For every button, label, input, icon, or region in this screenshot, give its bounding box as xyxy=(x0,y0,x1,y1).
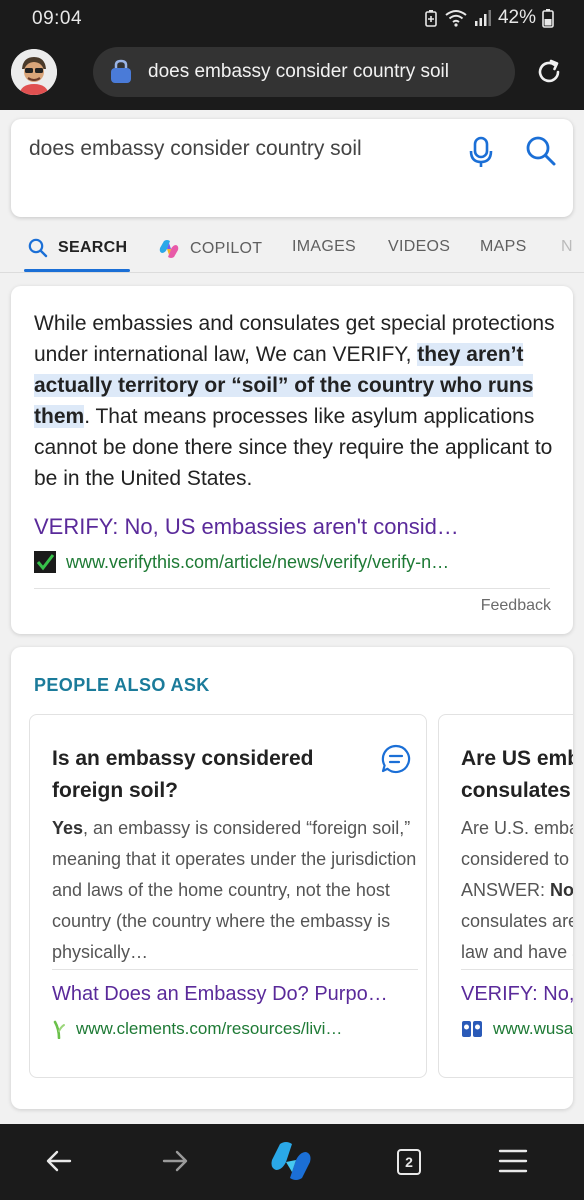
answer-text: While embassies and consulates get speci… xyxy=(34,308,556,494)
search-box xyxy=(11,119,573,217)
source-link[interactable]: What Does an Embassy Do? Purpo… xyxy=(52,983,388,1006)
status-icons: 42% xyxy=(424,7,554,29)
microphone-icon[interactable] xyxy=(466,135,496,169)
copilot-icon[interactable] xyxy=(266,1140,316,1182)
chat-bubble-icon[interactable] xyxy=(381,744,411,774)
search-icon xyxy=(28,238,48,258)
profile-avatar[interactable] xyxy=(11,49,57,95)
site-url[interactable]: www.wusa xyxy=(493,1019,573,1039)
snippet-bold: No, xyxy=(550,880,573,900)
tab-label: SEARCH xyxy=(58,239,128,256)
bing-shield-icon xyxy=(111,59,131,83)
status-bar: 09:04 42% xyxy=(0,0,584,40)
tab-images[interactable]: IMAGES xyxy=(292,238,356,256)
battery-icon xyxy=(542,9,554,28)
question-title: Are US emba consulates c xyxy=(461,747,573,802)
forward-arrow-icon[interactable] xyxy=(160,1146,190,1176)
browser-toolbar: does embassy consider country soil xyxy=(0,40,584,110)
paa-item[interactable]: Are US emba consulates c Are U.S. emba c… xyxy=(438,714,573,1078)
tab-maps[interactable]: MAPS xyxy=(480,238,527,256)
status-time: 09:04 xyxy=(32,8,83,29)
answer-source-link[interactable]: VERIFY: No, US embassies aren't consid… xyxy=(34,514,459,540)
search-tabs: SEARCH COPILOT IMAGES VIDEOS MAPS N xyxy=(0,225,584,273)
snippet-line: Are U.S. emba xyxy=(461,818,573,838)
snippet-line: ANSWER: No, xyxy=(461,875,573,906)
section-title: PEOPLE ALSO ASK xyxy=(34,675,210,695)
tab-videos[interactable]: VIDEOS xyxy=(388,238,450,256)
answer-snippet: Yes, an embassy is considered “foreign s… xyxy=(52,813,422,968)
answer-snippet: Are U.S. emba considered to ANSWER: No, … xyxy=(461,813,573,968)
paa-item[interactable]: Is an embassy considered foreign soil? Y… xyxy=(29,714,427,1078)
wusa-logo-icon xyxy=(462,1021,482,1037)
address-bar[interactable]: does embassy consider country soil xyxy=(93,47,515,97)
source-site: www.clements.com/resources/livi… xyxy=(52,1019,342,1039)
snippet-line: consulates are xyxy=(461,911,573,931)
active-tab-indicator xyxy=(24,269,130,272)
clements-logo-icon xyxy=(53,1020,65,1039)
search-icon[interactable] xyxy=(525,135,557,169)
copilot-icon xyxy=(159,240,179,258)
divider xyxy=(52,969,418,970)
url-text: does embassy consider country soil xyxy=(148,61,449,82)
bottom-navigation: 2 xyxy=(0,1124,584,1200)
people-also-ask-card: PEOPLE ALSO ASK Is an embassy considered… xyxy=(11,647,573,1109)
divider xyxy=(34,588,550,589)
snippet-bold: Yes xyxy=(52,818,84,838)
snippet-line: considered to xyxy=(461,849,570,869)
snippet-prefix: ANSWER: xyxy=(461,880,551,900)
answer-source-site: www.verifythis.com/article/news/verify/v… xyxy=(34,551,449,573)
tab-news[interactable]: N xyxy=(561,238,573,256)
wifi-icon xyxy=(445,10,467,27)
battery-saver-icon xyxy=(425,10,437,27)
tab-label: COPILOT xyxy=(190,240,263,257)
source-site: www.wusa xyxy=(461,1019,573,1039)
tab-switcher-button[interactable]: 2 xyxy=(397,1149,421,1175)
source-link[interactable]: VERIFY: No, xyxy=(461,983,573,1006)
site-url[interactable]: www.verifythis.com/article/news/verify/v… xyxy=(66,552,449,573)
snippet-line: law and have a xyxy=(461,942,573,962)
reload-icon[interactable] xyxy=(534,57,564,87)
back-arrow-icon[interactable] xyxy=(44,1146,74,1176)
signal-icon xyxy=(474,10,491,26)
site-url[interactable]: www.clements.com/resources/livi… xyxy=(76,1019,342,1039)
tab-copilot[interactable]: COPILOT xyxy=(158,238,262,260)
feedback-link[interactable]: Feedback xyxy=(481,597,551,615)
answer-card: While embassies and consulates get speci… xyxy=(11,286,573,634)
battery-percent: 42% xyxy=(497,7,536,28)
menu-icon[interactable] xyxy=(498,1148,528,1174)
verify-logo-icon xyxy=(34,551,56,573)
tab-search[interactable]: SEARCH xyxy=(28,238,127,258)
divider xyxy=(461,969,573,970)
answer-text-end: . That means processes like asylum appli… xyxy=(34,405,553,490)
snippet-text: , an embassy is considered “foreign soil… xyxy=(52,818,417,962)
avatar-icon xyxy=(11,49,57,95)
search-input[interactable] xyxy=(29,137,449,161)
question-title: Is an embassy considered foreign soil? xyxy=(52,747,314,802)
